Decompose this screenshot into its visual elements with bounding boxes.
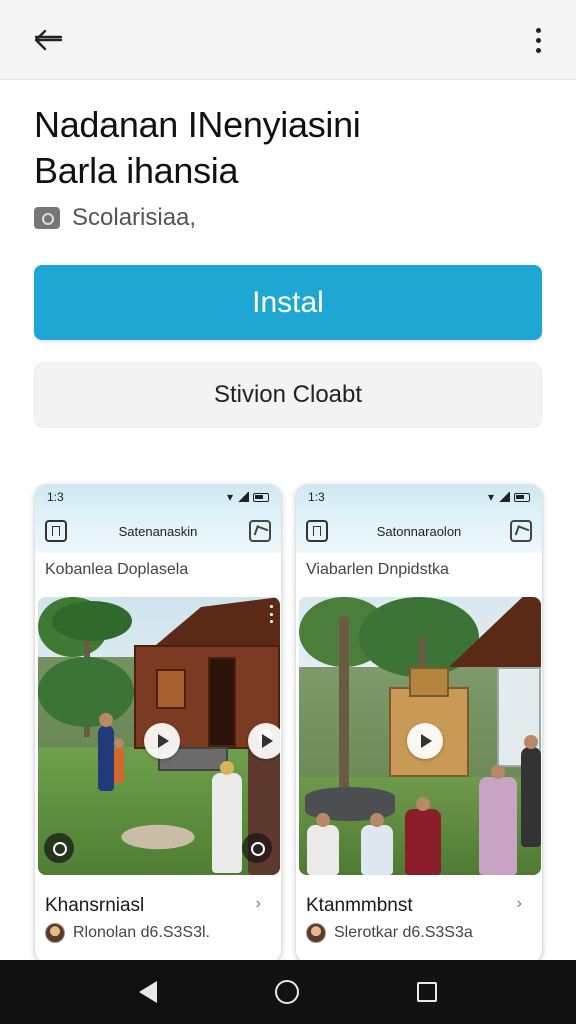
arrow-left-icon [34,29,63,51]
channel-badge-icon [44,833,74,863]
status-time: 1:3 [47,490,64,504]
camera-icon [34,207,60,229]
battery-icon [514,492,530,502]
screenshot-card-1[interactable]: 1:3 ▾ Satenanaskin Kobanlea Doplasela Kh… [34,484,282,964]
install-button[interactable]: Instal [34,265,542,340]
avatar [306,923,326,943]
nav-back-icon[interactable] [139,981,157,1003]
thumbnail-menu-icon[interactable] [268,605,274,623]
secondary-button[interactable]: Stivion Cloabt [34,362,542,428]
home-icon[interactable] [45,520,67,542]
more-vertical-icon [535,27,541,33]
chevron-right-icon[interactable]: › [517,895,522,913]
play-icon[interactable] [144,723,180,759]
developer-row[interactable]: Scolarisiaa, [34,202,196,234]
card-app-title: Satenanaskin [118,523,198,539]
status-time: 1:3 [308,490,325,504]
video-thumbnail[interactable] [299,597,541,875]
card-status-bar: 1:3 ▾ [296,485,542,509]
battery-icon [253,492,269,502]
wifi-icon: ▾ [226,490,233,504]
card-app-title: Satonnaraolon [376,523,462,539]
back-button[interactable] [28,22,68,58]
app-title-line2: Barla ihansia [34,150,239,191]
nav-recents-icon[interactable] [417,982,437,1002]
app-title: Nadanan INenyiasini Barla ihansia [34,102,544,194]
developer-name[interactable]: Scolarisiaa, [72,204,196,232]
card-subtitle: Kobanlea Doplasela [45,561,189,578]
share-icon[interactable] [509,520,532,542]
card-name[interactable]: Ktanmmbnst [306,895,413,917]
card-app-header: Satonnaraolon [296,509,542,553]
signal-icon [498,492,510,502]
signal-icon [237,492,249,502]
card-name[interactable]: Khansrniasl [45,895,144,917]
top-app-bar [0,0,576,80]
system-navigation-bar [0,960,576,1024]
fullscreen-icon[interactable] [242,833,272,863]
video-thumbnail[interactable] [38,597,280,875]
author-text: Slerotkar d6.S3S3a [334,924,473,941]
more-options-button[interactable] [526,22,550,58]
play-icon[interactable] [407,723,443,759]
card-subtitle: Viabarlen Dnpidstka [306,561,449,578]
card-app-header: Satenanaskin [35,509,281,553]
village-house-image [38,597,280,875]
chevron-right-icon[interactable]: › [256,895,261,913]
author-text: Rlonolan d6.S3S3l. [73,924,210,941]
home-icon[interactable] [306,520,328,542]
avatar [45,923,65,943]
temple-courtyard-image [299,597,541,875]
app-title-line1: Nadanan INenyiasini [34,104,361,145]
screenshot-card-2[interactable]: 1:3 ▾ Satonnaraolon Viabarlen Dnpidstka [295,484,543,964]
nav-home-icon[interactable] [275,980,299,1004]
play-icon-secondary[interactable] [248,723,280,759]
card-status-bar: 1:3 ▾ [35,485,281,509]
wifi-icon: ▾ [487,490,494,504]
share-icon[interactable] [249,520,271,542]
author-row: Rlonolan d6.S3S3l. [45,923,210,943]
author-row: Slerotkar d6.S3S3a [306,923,473,943]
